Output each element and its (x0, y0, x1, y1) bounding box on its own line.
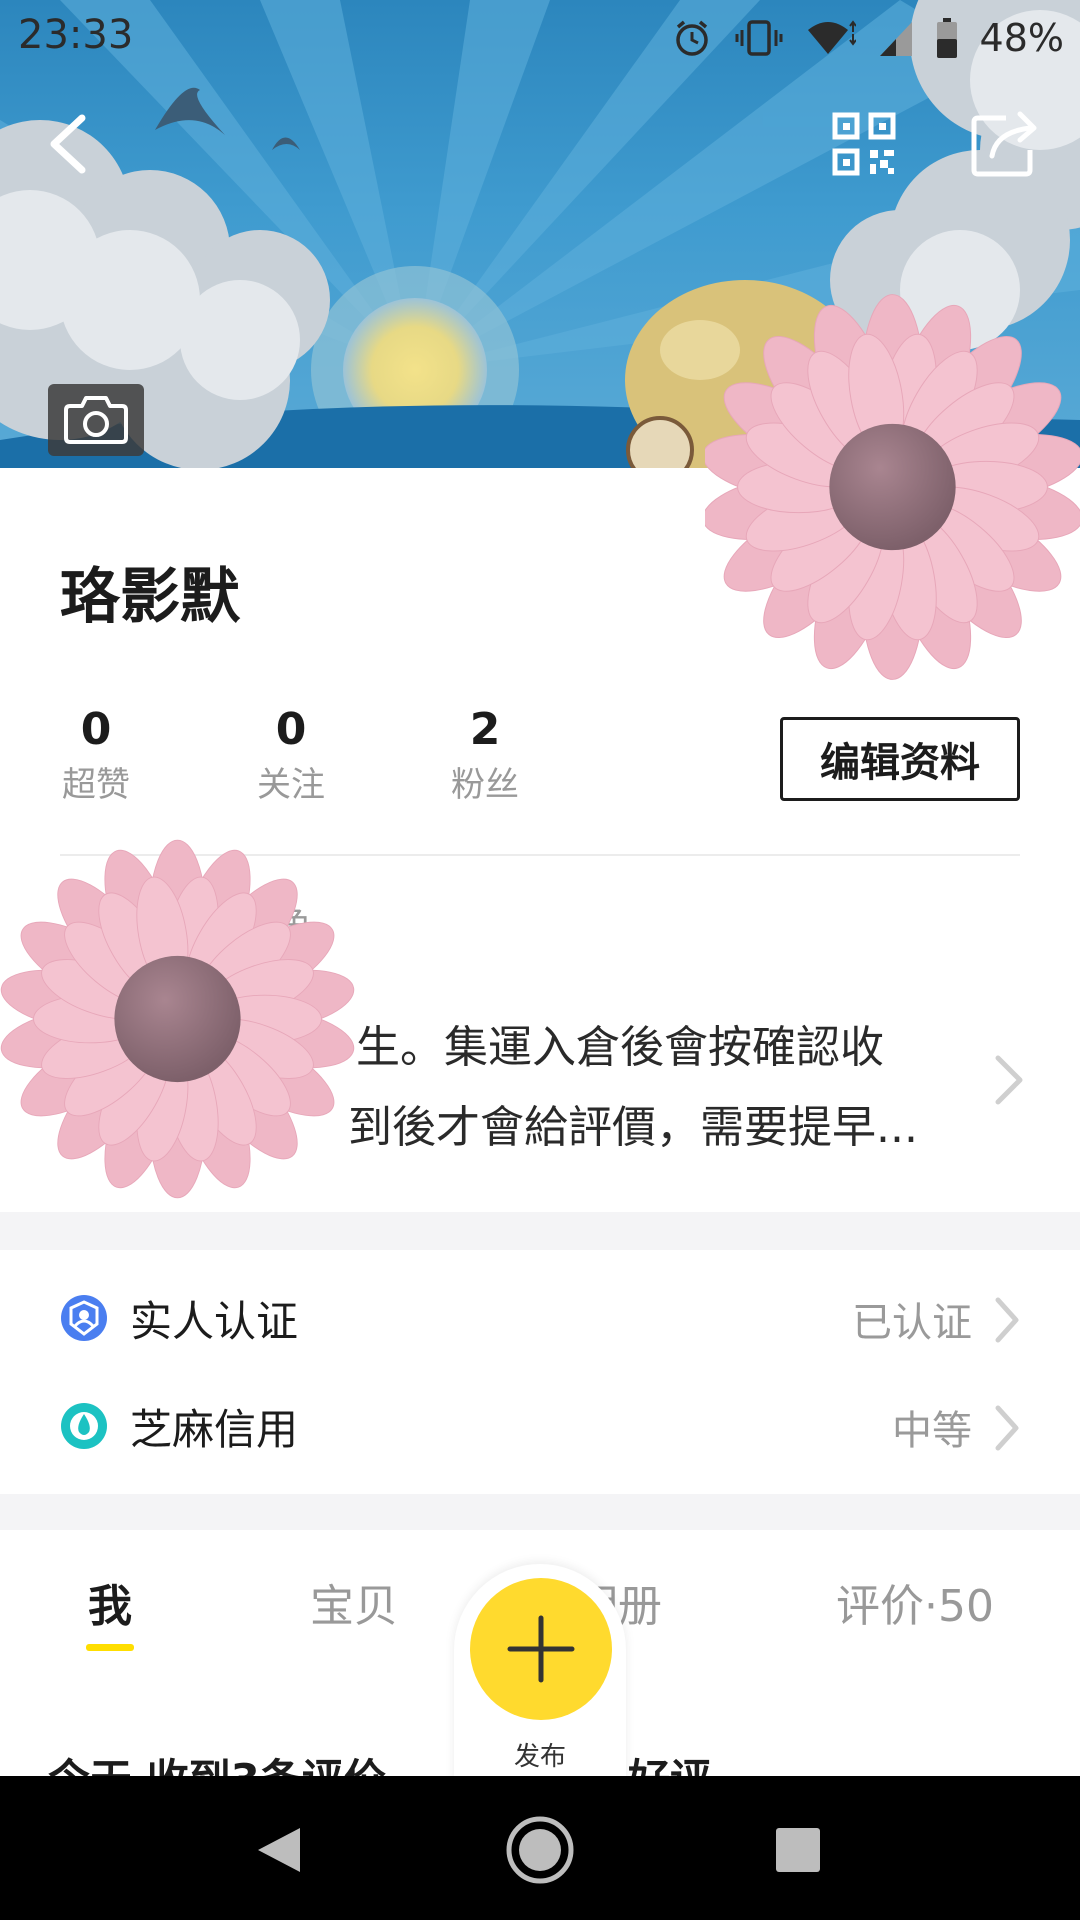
username: 珞影默 (60, 562, 240, 632)
real-name-status: 已认证 (852, 1300, 972, 1346)
back-button[interactable] (34, 106, 106, 182)
section-gap (0, 1212, 1080, 1250)
vibrate-icon (735, 20, 783, 56)
stat-following-label: 关注 (257, 765, 325, 805)
alarm-icon (675, 20, 708, 56)
nav-recents-icon[interactable] (776, 1828, 820, 1872)
stat-likes-value: 0 (80, 704, 112, 755)
chevron-right-icon (995, 1405, 1019, 1451)
change-cover-button[interactable] (48, 384, 144, 456)
real-name-verification-row[interactable]: 实人认证 已认证 (0, 1266, 1080, 1372)
active-tab-indicator (86, 1644, 134, 1651)
tab-reviews[interactable]: 评价·50 (836, 1570, 994, 1634)
flower-sticker (705, 294, 1080, 680)
stat-following-value: 0 (275, 704, 307, 755)
status-time: 23:33 (18, 12, 134, 58)
stat-likes-label: 超赞 (62, 765, 130, 805)
stat-followers-label: 粉丝 (451, 765, 519, 805)
chevron-right-icon (995, 1297, 1019, 1343)
plus-icon (507, 1615, 575, 1683)
status-bar: 23:33 48% (0, 0, 1080, 76)
qr-code-icon[interactable] (832, 112, 896, 176)
share-icon[interactable] (970, 108, 1040, 178)
flower-sticker (0, 839, 355, 1199)
tab-items[interactable]: 宝贝 (310, 1570, 398, 1634)
stat-following[interactable]: 0 关注 (236, 700, 346, 810)
stat-followers[interactable]: 2 粉丝 (430, 700, 540, 810)
sesame-credit-level: 中等 (892, 1408, 972, 1454)
sesame-credit-row[interactable]: 芝麻信用 中等 (0, 1374, 1080, 1480)
system-nav-bar (0, 1776, 1080, 1920)
real-name-icon (61, 1295, 107, 1341)
sesame-credit-label: 芝麻信用 (130, 1405, 299, 1454)
publish-label: 发布 (513, 1742, 566, 1772)
sesame-credit-icon (61, 1403, 107, 1449)
signal-icon (879, 22, 912, 56)
nav-home-icon[interactable] (506, 1816, 574, 1884)
camera-icon (64, 396, 128, 444)
tab-me[interactable]: 我 (88, 1570, 132, 1634)
stat-likes[interactable]: 0 超赞 (41, 700, 151, 810)
battery-percentage: 48% (979, 16, 1064, 60)
section-gap (0, 1494, 1080, 1530)
edit-profile-button[interactable]: 编辑资料 (780, 717, 1020, 801)
status-icons: 48% (672, 10, 1064, 66)
stat-followers-value: 2 (469, 704, 501, 755)
nav-back-icon[interactable] (254, 1826, 304, 1874)
chevron-right-icon (995, 1055, 1023, 1105)
wifi-icon (807, 20, 856, 54)
real-name-label: 实人认证 (130, 1297, 299, 1346)
battery-icon (936, 18, 957, 58)
publish-button[interactable] (470, 1578, 612, 1720)
